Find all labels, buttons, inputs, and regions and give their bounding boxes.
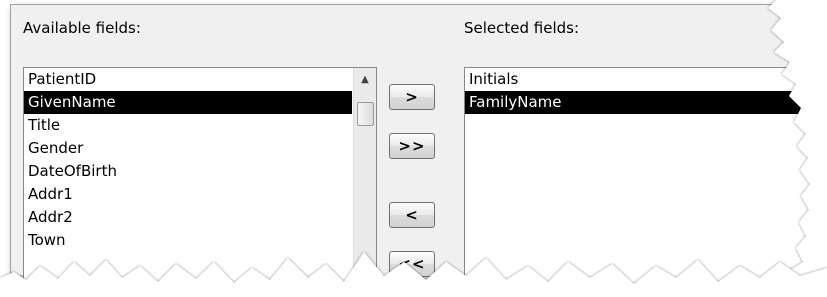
dialog-panel: Available fields: PatientID GivenName Ti…	[10, 4, 826, 297]
list-item[interactable]: PatientID	[24, 68, 352, 91]
list-item[interactable]: Initials	[465, 68, 825, 91]
add-field-button[interactable]: >	[389, 84, 435, 110]
list-item[interactable]: Addr2	[24, 206, 352, 229]
list-item[interactable]: DateOfBirth	[24, 160, 352, 183]
remove-all-fields-button[interactable]: <<	[389, 251, 435, 277]
add-all-fields-button[interactable]: >>	[389, 133, 435, 159]
list-item[interactable]: Title	[24, 114, 352, 137]
list-item[interactable]: Addr1	[24, 183, 352, 206]
selected-fields-label: Selected fields:	[464, 19, 580, 37]
list-item-selected[interactable]: GivenName	[24, 91, 352, 114]
available-fields-label: Available fields:	[23, 19, 141, 37]
selected-fields-list[interactable]: Initials FamilyName	[464, 67, 826, 297]
available-list-scrollbar[interactable]: ▲	[353, 68, 376, 297]
scroll-up-arrow-icon[interactable]: ▲	[354, 68, 376, 90]
list-item[interactable]: Gender	[24, 137, 352, 160]
scroll-thumb[interactable]	[357, 102, 374, 126]
remove-field-button[interactable]: <	[389, 202, 435, 228]
field-chooser-dialog: Available fields: PatientID GivenName Ti…	[0, 0, 827, 297]
available-fields-list[interactable]: PatientID GivenName Title Gender DateOfB…	[23, 67, 377, 297]
list-item[interactable]: Town	[24, 229, 352, 252]
list-item-selected[interactable]: FamilyName	[465, 91, 825, 114]
available-list-items: PatientID GivenName Title Gender DateOfB…	[24, 68, 352, 252]
